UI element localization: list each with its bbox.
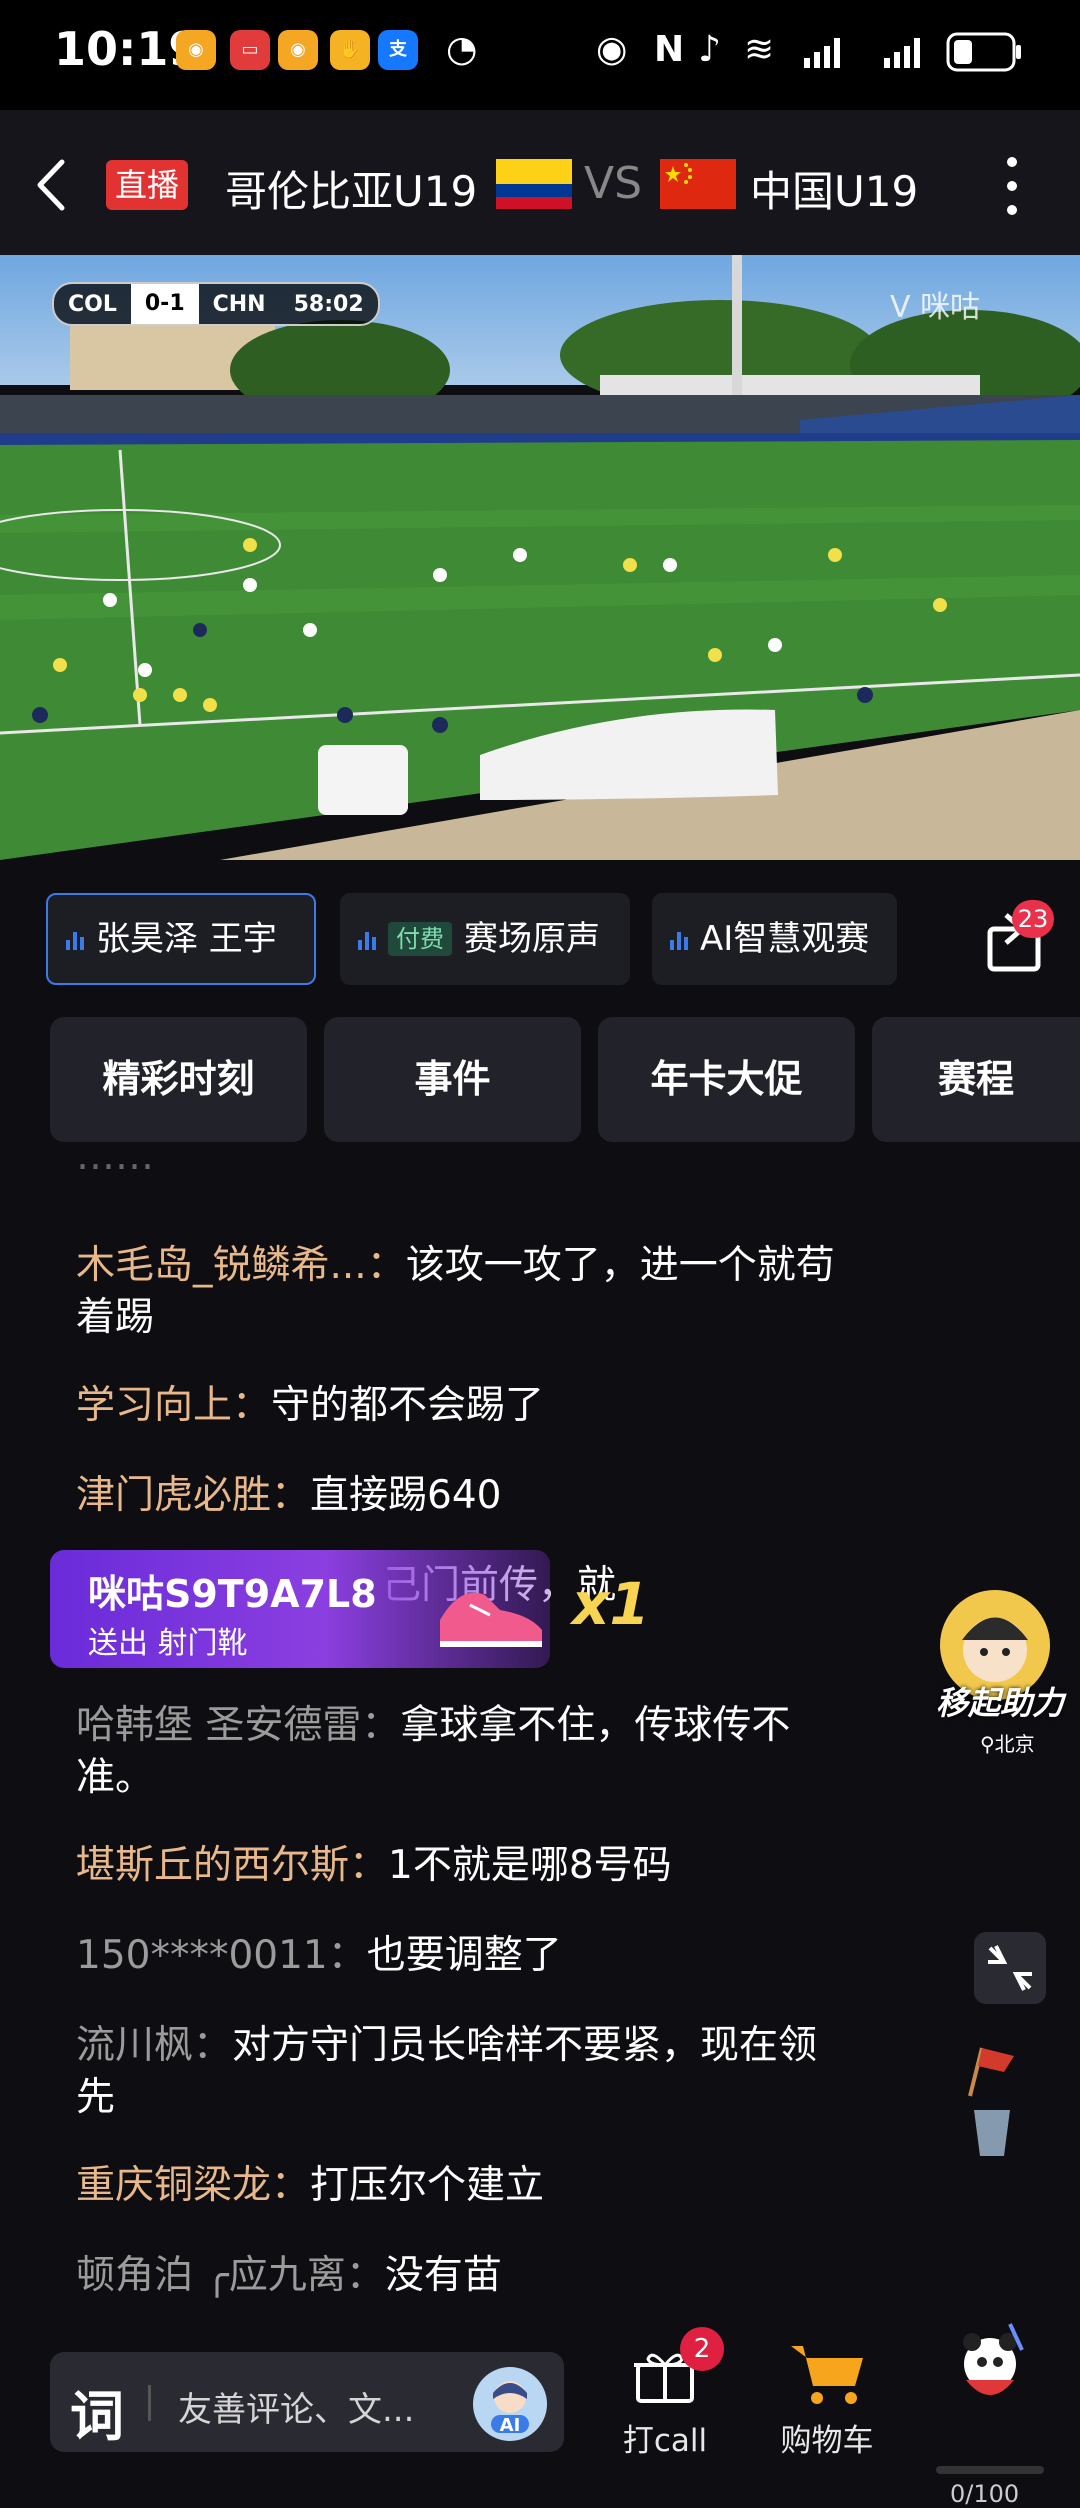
- comment-user[interactable]: 学习向上: [76, 1383, 232, 1428]
- versus-label: VS: [584, 158, 643, 209]
- mute-icon: ♪: [698, 29, 721, 70]
- comment-text: 没有苗: [384, 2253, 502, 2298]
- comment-item: 学习向上：守的都不会踢了: [76, 1383, 545, 1428]
- comment-item: 木毛岛_锐鳞希...：该攻一攻了，进一个就苟着踢: [76, 1243, 835, 1340]
- tab-ai-viewing-label: AI智慧观赛: [700, 919, 870, 959]
- paid-badge: 付费: [388, 922, 452, 956]
- colombia-flag-icon: [496, 159, 572, 209]
- eye-icon: ◉: [596, 29, 628, 70]
- weibo-icon: ◉: [176, 30, 216, 70]
- football-pitch-image: [0, 255, 1080, 860]
- location-label: ⚲北京: [980, 1728, 1035, 1757]
- audio-bars-icon: [670, 932, 688, 950]
- match-clock: 58:02: [293, 291, 364, 317]
- status-bar: 10:19 ◉ ▭ ◉ ✋ 支 ◔ ◉ N ♪ ≋: [0, 0, 1080, 110]
- tab-annual-promo[interactable]: 年卡大促: [598, 1017, 855, 1142]
- comment-item: 顿角泊 ╭应九离：没有苗: [76, 2253, 502, 2298]
- gift-count: x1: [572, 1570, 650, 1638]
- comment-user[interactable]: 津门虎必胜: [76, 1473, 271, 1518]
- comment-user[interactable]: 150****0011: [76, 1933, 328, 1978]
- comment-text: 直接踢640: [310, 1473, 502, 1518]
- tab-commentator-label: 张昊泽 王宇: [96, 919, 277, 959]
- speed-gauge-icon: ◔: [446, 29, 478, 70]
- comment-feed[interactable]: …… 木毛岛_锐鳞希...：该攻一攻了，进一个就苟着踢 学习向上：守的都不会踢了…: [0, 1150, 1080, 2320]
- collapse-icon[interactable]: [974, 1932, 1046, 2004]
- location-text: 北京: [994, 1732, 1035, 1756]
- comment-overflow-top: ……: [76, 1150, 154, 1179]
- panda-mascot-icon[interactable]: [950, 2320, 1030, 2415]
- ai-assistant-icon[interactable]: AI: [473, 2367, 547, 2441]
- boost-label[interactable]: 移起助力: [936, 1678, 1064, 1724]
- comment-item: 堪斯丘的西尔斯：1不就是哪8号码: [76, 1843, 672, 1888]
- more-options-icon[interactable]: [1000, 150, 1024, 222]
- cart-button-label[interactable]: 购物车: [770, 2415, 884, 2460]
- comment-user[interactable]: 流川枫: [76, 2023, 193, 2068]
- tab-stadium-sound[interactable]: 付费 赛场原声: [340, 893, 630, 985]
- migu-watermark: ᐯ 咪咕: [890, 282, 980, 326]
- call-count-badge: 2: [680, 2327, 724, 2371]
- tab-stadium-sound-label: 赛场原声: [464, 919, 600, 959]
- shopping-cart-icon[interactable]: [785, 2338, 869, 2410]
- comment-text: 1不就是哪8号码: [388, 1843, 672, 1888]
- watermark-text: 咪咕: [920, 290, 981, 325]
- comment-item: 150****0011：也要调整了: [76, 1933, 562, 1978]
- red-flag-icon: [968, 2047, 1014, 2097]
- signal-2-icon: [884, 38, 920, 68]
- location-pin-icon: ⚲: [980, 1732, 995, 1756]
- ai-label: AI: [499, 2415, 521, 2436]
- tab-ai-viewing[interactable]: AI智慧观赛: [652, 893, 897, 985]
- football-boot-icon: [440, 1592, 542, 1647]
- gift-label: 送出 射门靴: [88, 1626, 248, 1661]
- tab-schedule[interactable]: 赛程: [872, 1017, 1080, 1142]
- away-team-code: CHN: [212, 291, 266, 317]
- comment-item: 流川枫：对方守门员长啥样不要紧，现在领先: [76, 2023, 818, 2120]
- tv-app-icon: ▭: [230, 30, 270, 70]
- comment-user[interactable]: 哈韩堡 圣安德雷: [76, 1703, 361, 1748]
- audio-bars-icon: [66, 932, 84, 950]
- gift-sender: 咪咕S9T9A7L8: [88, 1572, 377, 1616]
- home-team-name: 哥伦比亚U19: [225, 167, 478, 216]
- wifi-icon: ≋: [744, 29, 775, 70]
- scoreboard: COL 0-1 CHN 58:02: [52, 282, 380, 326]
- comment-text: 守的都不会踢了: [271, 1383, 545, 1428]
- energy-progress-bar: [936, 2466, 1044, 2474]
- nfc-icon: N: [654, 29, 685, 70]
- signal-icon: [804, 38, 840, 68]
- comment-text: 也要调整了: [366, 1933, 562, 1978]
- input-divider: [148, 2385, 151, 2421]
- tab-commentator[interactable]: 张昊泽 王宇: [46, 893, 316, 985]
- home-team-code: COL: [68, 291, 117, 317]
- away-team-name: 中国U19: [750, 167, 919, 216]
- china-flag-icon: [660, 159, 736, 209]
- comment-item: 重庆铜梁龙：打压尔个建立: [76, 2163, 545, 2208]
- comment-user[interactable]: 木毛岛_锐鳞希...: [76, 1243, 367, 1288]
- migu-logo-icon: ᐯ: [890, 290, 921, 325]
- live-badge: 直播: [106, 160, 188, 210]
- tab-events[interactable]: 事件: [324, 1017, 581, 1142]
- comment-text: 打压尔个建立: [310, 2163, 545, 2208]
- share-count-badge: 23: [1012, 900, 1054, 938]
- alipay-icon: 支: [378, 30, 418, 70]
- tab-highlights[interactable]: 精彩时刻: [50, 1017, 307, 1142]
- comment-user[interactable]: 堪斯丘的西尔斯: [76, 1843, 349, 1888]
- battery-icon: [946, 32, 1021, 72]
- comment-input-placeholder[interactable]: 友善评论、文...: [178, 2382, 414, 2431]
- audio-bars-icon: [358, 932, 376, 950]
- word-icon[interactable]: 词: [70, 2372, 124, 2451]
- comment-item: 津门虎必胜：直接踢640: [76, 1473, 502, 1518]
- handshake-app-icon: ✋: [330, 30, 370, 70]
- comment-user[interactable]: 顿角泊 ╭应九离: [76, 2253, 346, 2298]
- call-button-label[interactable]: 打call: [615, 2415, 715, 2460]
- comment-user[interactable]: 重庆铜梁龙: [76, 2163, 271, 2208]
- match-score: 0-1: [130, 284, 199, 324]
- drink-cup-icon: [974, 2110, 1010, 2156]
- video-player[interactable]: [0, 255, 1080, 860]
- weibo-2-icon: ◉: [278, 30, 318, 70]
- back-arrow-icon[interactable]: [28, 150, 78, 220]
- comment-item: 哈韩堡 圣安德雷：拿球拿不住，传球传不准。: [76, 1703, 791, 1800]
